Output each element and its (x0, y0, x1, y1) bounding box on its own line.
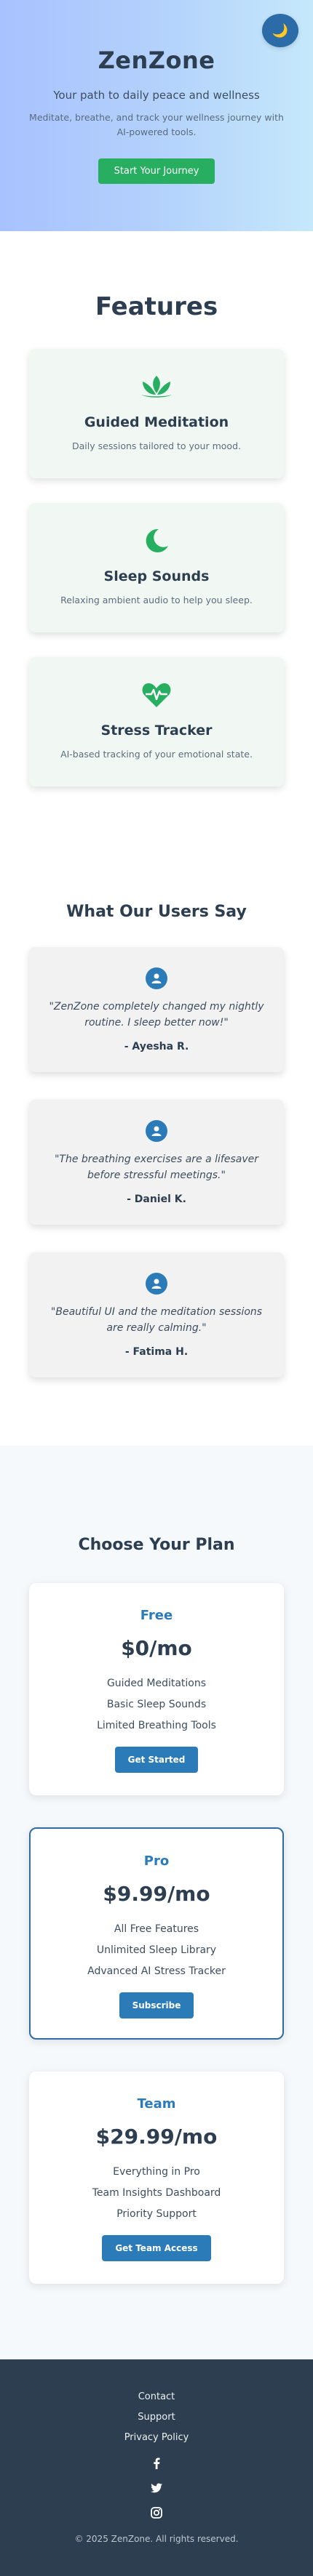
plan-feature: Everything in Pro (113, 2166, 200, 2178)
footer: Contact Support Privacy Policy © 2025 Ze… (0, 2359, 313, 2576)
plan-feature: Team Insights Dashboard (92, 2187, 221, 2199)
plan-feature: Unlimited Sleep Library (96, 1944, 217, 1956)
feature-card-meditation: Guided Meditation Daily sessions tailore… (29, 349, 284, 478)
lotus-icon (42, 371, 271, 403)
plan-card-pro: Pro $9.99/mo All Free Features Unlimited… (29, 1827, 284, 2040)
plan-price: $0/mo (121, 1636, 192, 1660)
feature-title: Stress Tracker (100, 723, 213, 738)
testimonial-quote: "ZenZone completely changed my nightly r… (49, 1001, 264, 1029)
theme-toggle-button[interactable]: 🌙 (262, 14, 298, 47)
plan-feature: Advanced AI Stress Tracker (87, 1965, 226, 1977)
testimonial-author: - Ayesha R. (124, 1041, 189, 1053)
footer-link-support[interactable]: Support (0, 2407, 313, 2428)
features-title: Features (95, 292, 218, 321)
testimonial-card: "The breathing exercises are a lifesaver… (29, 1100, 284, 1225)
instagram-icon[interactable] (150, 2506, 163, 2519)
user-avatar-icon (146, 967, 167, 989)
plan-feature: Priority Support (116, 2208, 197, 2220)
pricing-title: Choose Your Plan (78, 1536, 235, 1554)
facebook-icon[interactable] (150, 2457, 163, 2470)
footer-link-contact[interactable]: Contact (0, 2387, 313, 2407)
footer-link-privacy[interactable]: Privacy Policy (0, 2428, 313, 2448)
social-links (0, 2457, 313, 2519)
subscribe-button[interactable]: Subscribe (119, 1992, 194, 2018)
plan-name: Team (137, 2096, 176, 2112)
plan-card-free: Free $0/mo Guided Meditations Basic Slee… (29, 1583, 284, 1795)
hero-section: 🌙 ZenZone Your path to daily peace and w… (0, 0, 313, 231)
copyright-text: © 2025 ZenZone. All rights reserved. (74, 2534, 239, 2544)
plan-price: $9.99/mo (103, 1882, 210, 1906)
moon-icon: 🌙 (272, 23, 289, 39)
plan-feature: Guided Meditations (106, 1678, 207, 1689)
start-journey-button[interactable]: Start Your Journey (98, 158, 215, 184)
features-section: Features Guided Meditation Daily session… (0, 231, 313, 862)
user-avatar-icon (146, 1120, 167, 1142)
plan-card-team: Team $29.99/mo Everything in Pro Team In… (29, 2072, 284, 2284)
moon-icon (42, 525, 271, 557)
testimonial-card: "ZenZone completely changed my nightly r… (29, 947, 284, 1072)
plan-feature: Limited Breathing Tools (97, 1720, 216, 1731)
feature-desc: Daily sessions tailored to your mood. (72, 440, 241, 451)
hero-tagline: Your path to daily peace and wellness (53, 89, 260, 102)
get-started-button[interactable]: Get Started (114, 1747, 199, 1773)
plan-price: $29.99/mo (95, 2125, 218, 2149)
plan-feature: All Free Features (114, 1923, 199, 1935)
feature-title: Guided Meditation (84, 414, 229, 430)
testimonial-author: - Fatima H. (124, 1346, 189, 1359)
feature-card-stress: Stress Tracker AI-based tracking of your… (29, 657, 284, 786)
heartbeat-icon (42, 679, 271, 711)
testimonials-title: What Our Users Say (66, 903, 247, 921)
brand-title: ZenZone (98, 47, 215, 74)
testimonial-quote: "The breathing exercises are a lifesaver… (54, 1154, 258, 1181)
user-avatar-icon (146, 1273, 167, 1295)
plan-feature-list: Guided Meditations Basic Sleep Sounds Li… (44, 1673, 269, 1736)
plan-name: Pro (143, 1853, 170, 1869)
testimonial-card: "Beautiful UI and the meditation session… (29, 1252, 284, 1377)
feature-title: Sleep Sounds (103, 568, 210, 584)
testimonial-author: - Daniel K. (127, 1194, 186, 1206)
plan-feature-list: All Free Features Unlimited Sleep Librar… (45, 1919, 268, 1982)
get-team-access-button[interactable]: Get Team Access (102, 2235, 211, 2261)
plan-feature-list: Everything in Pro Team Insights Dashboar… (44, 2162, 269, 2225)
testimonials-section: What Our Users Say "ZenZone completely c… (0, 862, 313, 1446)
hero-description: Meditate, breathe, and track your wellne… (29, 112, 284, 137)
pricing-section: Choose Your Plan Free $0/mo Guided Medit… (0, 1446, 313, 2359)
feature-desc: AI-based tracking of your emotional stat… (60, 749, 253, 760)
plan-name: Free (140, 1608, 173, 1623)
twitter-icon[interactable] (150, 2482, 163, 2495)
testimonial-quote: "Beautiful UI and the meditation session… (50, 1306, 263, 1334)
plan-feature: Basic Sleep Sounds (106, 1699, 207, 1710)
feature-card-sleep: Sleep Sounds Relaxing ambient audio to h… (29, 503, 284, 632)
feature-desc: Relaxing ambient audio to help you sleep… (60, 595, 253, 605)
